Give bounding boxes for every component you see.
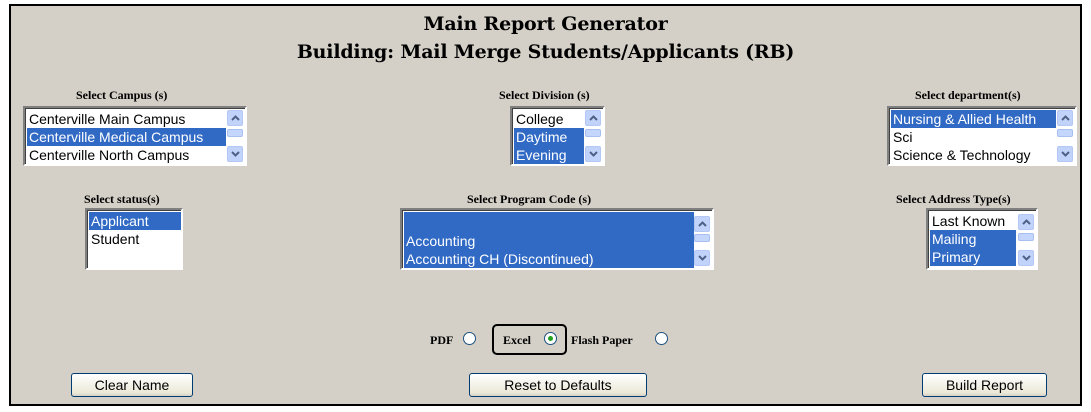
address-option[interactable]: Mailing [930,230,1016,248]
chevron-down-icon [1060,151,1070,157]
program-option[interactable]: Accounting [404,232,694,250]
department-option[interactable]: Sci [891,128,1056,146]
department-label: Select department(s) [915,88,1021,102]
build-report-button[interactable]: Build Report [922,373,1047,397]
scroll-down-button[interactable] [1018,250,1034,266]
excel-radio[interactable] [544,332,557,345]
flash-paper-label: Flash Paper [571,333,633,347]
page-subtitle: Building: Mail Merge Students/Applicants… [296,41,795,63]
status-option[interactable]: Applicant [89,212,181,230]
chevron-up-icon [230,115,240,121]
campus-scrollbar[interactable] [227,110,243,162]
status-option[interactable]: Student [89,230,181,248]
pdf-label: PDF [430,333,454,347]
chevron-down-icon [1021,255,1031,261]
chevron-up-icon [1021,219,1031,225]
status-select[interactable]: Applicant Student [85,208,183,270]
scroll-up-button[interactable] [1057,110,1073,126]
scroll-up-button[interactable] [1018,214,1034,230]
campus-option[interactable]: Centerville Medical Campus [27,128,226,146]
clear-name-button[interactable]: Clear Name [71,373,193,397]
division-label: Select Division (s) [499,88,590,102]
scroll-thumb[interactable] [694,234,710,242]
address-select[interactable]: Last Known Mailing Primary [926,208,1038,270]
chevron-down-icon [230,151,240,157]
program-label: Select Program Code (s) [467,192,592,206]
campus-option[interactable]: Centerville Main Campus [27,110,226,128]
scroll-up-button[interactable] [694,216,710,232]
scroll-down-button[interactable] [585,146,601,162]
reset-defaults-button[interactable]: Reset to Defaults [469,373,647,397]
flash-paper-radio[interactable] [655,332,668,345]
chevron-up-icon [697,221,707,227]
address-label: Select Address Type(s) [896,192,1011,206]
radio-selected-dot [548,336,553,341]
pdf-radio[interactable] [463,332,476,345]
scroll-down-button[interactable] [1057,146,1073,162]
division-option[interactable]: College [514,110,584,128]
scroll-thumb[interactable] [1018,233,1034,241]
campus-option[interactable]: Centerville North Campus [27,146,226,164]
scroll-up-button[interactable] [585,110,601,126]
program-option[interactable] [404,212,694,221]
excel-label: Excel [503,333,531,347]
program-scrollbar[interactable] [694,212,710,266]
department-option[interactable]: Nursing & Allied Health [891,110,1056,128]
status-label: Select status(s) [84,192,160,206]
chevron-up-icon [1060,115,1070,121]
address-option[interactable]: Primary [930,248,1016,266]
program-option[interactable] [404,221,694,232]
address-scrollbar[interactable] [1018,212,1034,266]
scroll-thumb[interactable] [1057,129,1073,137]
division-option[interactable]: Daytime [514,128,584,146]
division-scrollbar[interactable] [585,110,601,162]
page-title: Main Report Generator [423,13,668,35]
scroll-thumb[interactable] [585,129,601,137]
program-option[interactable]: Accounting CH (Discontinued) [404,250,694,268]
campus-select[interactable]: Centerville Main Campus Centerville Medi… [23,106,247,166]
program-select[interactable]: Accounting Accounting CH (Discontinued) [400,208,714,270]
department-option[interactable]: Science & Technology [891,146,1056,164]
scroll-down-button[interactable] [227,146,243,162]
campus-label: Select Campus (s) [76,88,168,102]
chevron-down-icon [697,255,707,261]
scroll-up-button[interactable] [227,110,243,126]
scroll-down-button[interactable] [694,250,710,266]
department-scrollbar[interactable] [1057,110,1073,162]
address-option[interactable]: Last Known [930,212,1016,230]
chevron-down-icon [588,151,598,157]
chevron-up-icon [588,115,598,121]
division-select[interactable]: College Daytime Evening [510,106,605,166]
division-option[interactable]: Evening [514,146,584,164]
department-select[interactable]: Nursing & Allied Health Sci Science & Te… [887,106,1077,166]
scroll-thumb[interactable] [227,129,243,137]
output-format-group: PDF Excel Flash Paper [0,329,1091,351]
